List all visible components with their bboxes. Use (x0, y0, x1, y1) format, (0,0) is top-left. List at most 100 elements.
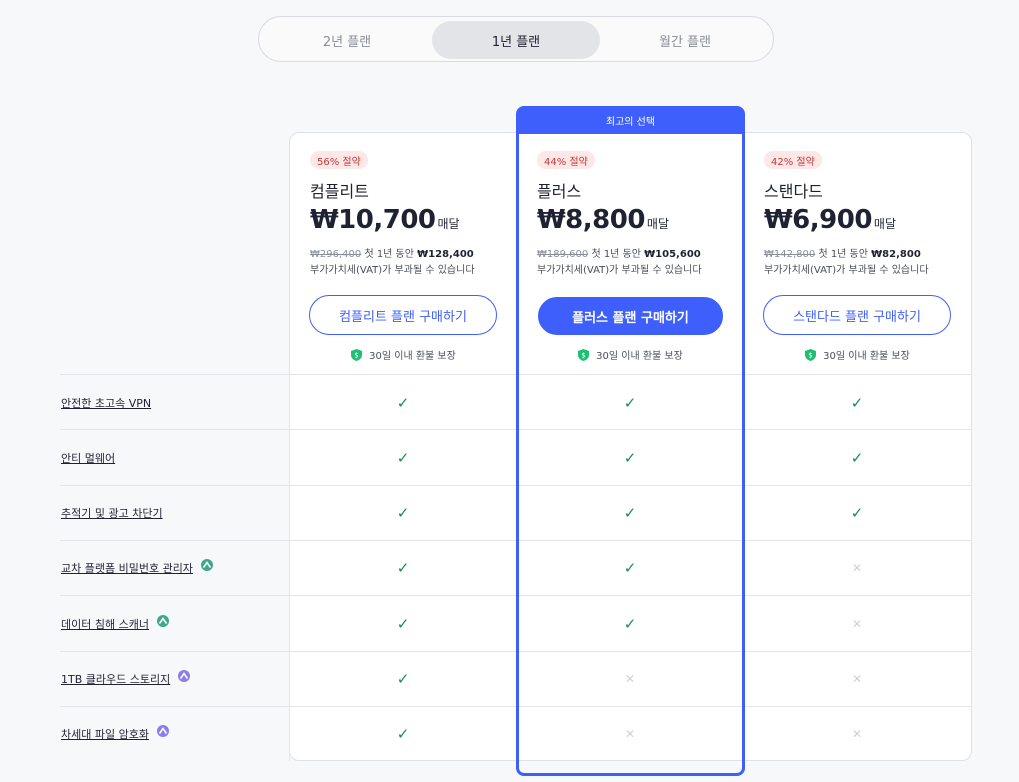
original-price: ₩142,800 (764, 249, 816, 260)
check-icon: ✓ (396, 559, 410, 578)
svg-text:$: $ (808, 351, 812, 359)
divider (289, 372, 290, 761)
cross-icon: ✕ (851, 727, 863, 742)
check-icon: ✓ (396, 448, 410, 467)
feature-cell: ✓ (517, 541, 743, 596)
feature-cell: ✓ (290, 652, 516, 707)
billing-details: ₩296,400 첫 1년 동안 ₩128,400 (310, 245, 474, 260)
guarantee-text: 30일 이내 환불 보장 (596, 351, 683, 362)
billing-details: ₩142,800 첫 1년 동안 ₩82,800 (764, 245, 921, 260)
feature-label: 안전한 초고속 VPN (61, 375, 151, 430)
check-icon: ✓ (623, 559, 637, 578)
cross-icon: ✕ (851, 561, 863, 576)
toggle-2-year[interactable]: 2년 플랜 (263, 21, 431, 59)
guarantee-text: 30일 이내 환불 보장 (369, 351, 456, 362)
feature-row: 교차 플랫폼 비밀번호 관리자 ✓ ✓ ✕ (60, 539, 972, 596)
plan-name: 스탠다드 (764, 182, 823, 201)
cloud-storage-icon (156, 725, 169, 738)
plan-card-2: 42% 절약 스탠다드 ₩6,900 매달 ₩142,800 첫 1년 동안 ₩… (744, 132, 971, 372)
feature-cell: ✓ (290, 707, 516, 762)
discount-badge: 42% 절약 (764, 151, 822, 169)
password-manager-icon (200, 559, 213, 572)
vat-note: 부가가치세(VAT)가 부과될 수 있습니다 (537, 265, 702, 276)
plan-price: ₩8,800 매달 (537, 205, 669, 235)
shield-check-icon: $ (351, 348, 363, 361)
best-choice-banner: 최고의 선택 (516, 106, 745, 134)
first-year-text: 첫 1년 동안 (591, 249, 641, 260)
shield-check-icon: $ (578, 348, 590, 361)
cross-icon: ✕ (624, 727, 636, 742)
plan-card-1: 44% 절약 플러스 ₩8,800 매달 ₩189,600 첫 1년 동안 ₩1… (517, 132, 744, 372)
toggle-monthly[interactable]: 월간 플랜 (601, 21, 769, 59)
divider (744, 372, 745, 761)
plan-name: 플러스 (537, 182, 582, 201)
check-icon: ✓ (850, 504, 864, 523)
feature-label-link[interactable]: 안전한 초고속 VPN (61, 395, 151, 411)
vat-note: 부가가치세(VAT)가 부과될 수 있습니다 (310, 265, 475, 276)
price-unit: 매달 (437, 217, 460, 231)
feature-label-link[interactable]: 추적기 및 광고 차단기 (61, 505, 163, 521)
feature-row: 안전한 초고속 VPN ✓ ✓ ✓ (60, 374, 972, 430)
check-icon: ✓ (623, 614, 637, 633)
password-manager-icon (156, 614, 169, 627)
vat-note: 부가가치세(VAT)가 부과될 수 있습니다 (764, 265, 929, 276)
first-year-price: ₩128,400 (417, 249, 474, 260)
price-amount: ₩10,700 (310, 205, 436, 235)
feature-cell: ✓ (290, 486, 516, 541)
cross-icon: ✕ (851, 672, 863, 686)
feature-cell: ✓ (290, 596, 516, 651)
cross-icon: ✕ (624, 672, 636, 686)
check-icon: ✓ (623, 504, 637, 523)
price-unit: 매달 (873, 217, 897, 231)
check-icon: ✓ (396, 504, 410, 523)
plan-card-0: 56% 절약 컴플리트 ₩10,700 매달 ₩296,400 첫 1년 동안 … (290, 132, 517, 372)
guarantee-text: 30일 이내 환불 보장 (823, 351, 910, 362)
discount-badge: 56% 절약 (310, 151, 368, 169)
refund-guarantee: $ 30일 이내 환불 보장 (744, 347, 971, 362)
feature-row: 안티 멀웨어 ✓ ✓ ✓ (60, 429, 972, 486)
buy-plan-button[interactable]: 스탠다드 플랜 구매하기 (763, 295, 951, 335)
feature-cell: ✓ (517, 375, 743, 430)
plan-price: ₩6,900 매달 (764, 205, 896, 235)
check-icon: ✓ (396, 393, 410, 412)
feature-cell: ✕ (744, 541, 970, 596)
shield-check-icon: $ (805, 348, 817, 361)
refund-guarantee: $ 30일 이내 환불 보장 (517, 347, 744, 362)
plan-name: 컴플리트 (310, 182, 369, 201)
original-price: ₩296,400 (310, 249, 362, 260)
check-icon: ✓ (396, 670, 410, 688)
first-year-price: ₩82,800 (871, 249, 921, 260)
feature-cell: ✕ (744, 652, 970, 707)
feature-cell: ✓ (517, 486, 743, 541)
buy-plan-button[interactable]: 플러스 플랜 구매하기 (538, 297, 723, 335)
feature-row: 1TB 클라우드 스토리지 ✓ ✕ ✕ (60, 650, 972, 707)
feature-cell: ✕ (517, 652, 743, 707)
cloud-storage-icon (178, 670, 191, 682)
check-icon: ✓ (850, 448, 864, 467)
feature-label: 안티 멀웨어 (61, 430, 115, 485)
feature-cell: ✓ (517, 430, 743, 485)
price-amount: ₩8,800 (537, 205, 645, 235)
toggle-1-year[interactable]: 1년 플랜 (432, 21, 600, 59)
feature-cell: ✕ (744, 707, 970, 762)
original-price: ₩189,600 (537, 249, 589, 260)
first-year-text: 첫 1년 동안 (818, 249, 868, 260)
feature-label-link[interactable]: 데이터 침해 스캐너 (61, 616, 149, 632)
feature-label-link[interactable]: 안티 멀웨어 (61, 450, 115, 466)
buy-plan-button[interactable]: 컴플리트 플랜 구매하기 (309, 295, 497, 335)
feature-label: 교차 플랫폼 비밀번호 관리자 (61, 541, 213, 596)
feature-row: 데이터 침해 스캐너 ✓ ✓ ✕ (60, 595, 972, 652)
feature-row: 추적기 및 광고 차단기 ✓ ✓ ✓ (60, 484, 972, 541)
refund-guarantee: $ 30일 이내 환불 보장 (290, 347, 517, 362)
price-amount: ₩6,900 (764, 205, 872, 235)
feature-label: 1TB 클라우드 스토리지 (61, 652, 191, 707)
feature-label-link[interactable]: 교차 플랫폼 비밀번호 관리자 (61, 560, 193, 576)
feature-label-link[interactable]: 1TB 클라우드 스토리지 (61, 671, 170, 687)
feature-label-link[interactable]: 차세대 파일 암호화 (61, 726, 149, 742)
first-year-price: ₩105,600 (644, 249, 701, 260)
feature-cell: ✓ (744, 375, 970, 430)
feature-cell: ✓ (290, 375, 516, 430)
check-icon: ✓ (623, 393, 637, 412)
check-icon: ✓ (396, 725, 410, 744)
svg-text:$: $ (354, 351, 358, 359)
